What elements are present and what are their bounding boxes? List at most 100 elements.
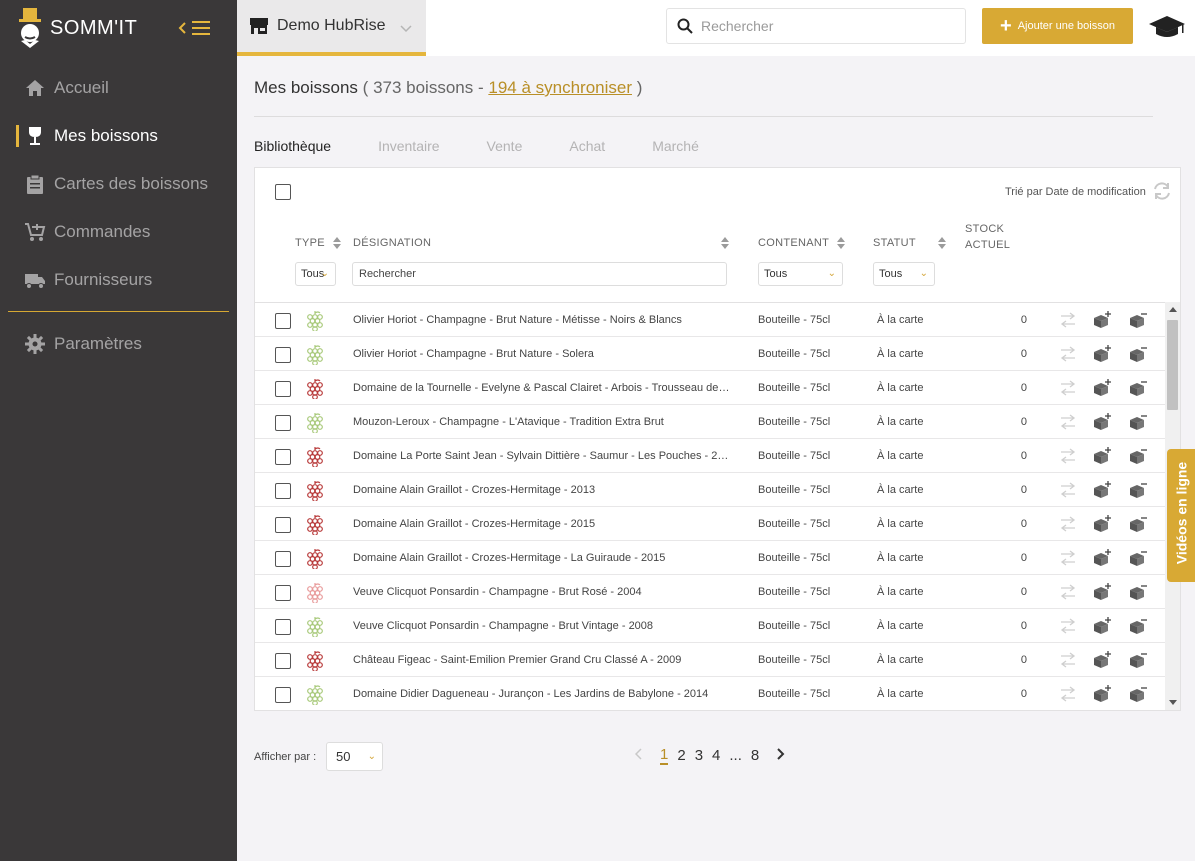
scroll-down-arrow[interactable]	[1169, 700, 1177, 705]
box-remove-icon[interactable]	[1128, 583, 1148, 601]
tab-inventaire[interactable]: Inventaire	[378, 138, 439, 158]
store-selector[interactable]: Demo HubRise	[237, 0, 426, 56]
designation-filter-input[interactable]	[352, 262, 727, 286]
table-row[interactable]: Domaine Alain Graillot - Crozes-Hermitag…	[255, 541, 1165, 575]
box-add-icon[interactable]	[1092, 549, 1112, 567]
box-add-icon[interactable]	[1092, 345, 1112, 363]
row-checkbox[interactable]	[275, 653, 291, 669]
box-remove-icon[interactable]	[1128, 311, 1148, 329]
table-row[interactable]: Domaine Alain Graillot - Crozes-Hermitag…	[255, 473, 1165, 507]
column-header-statut[interactable]: STATUT	[873, 237, 946, 250]
transfer-arrows-icon[interactable]	[1058, 481, 1078, 499]
row-designation[interactable]: Domaine La Porte Saint Jean - Sylvain Di…	[353, 450, 733, 462]
transfer-arrows-icon[interactable]	[1058, 651, 1078, 669]
row-designation[interactable]: Château Figeac - Saint-Emilion Premier G…	[353, 654, 733, 666]
sidebar-item-cartes[interactable]: Cartes des boissons	[0, 160, 237, 208]
sidebar-item-accueil[interactable]: Accueil	[0, 64, 237, 112]
row-designation[interactable]: Veuve Clicquot Ponsardin - Champagne - B…	[353, 620, 733, 632]
row-checkbox[interactable]	[275, 687, 291, 703]
per-page-select[interactable]: 50 ⌄	[326, 742, 383, 771]
box-remove-icon[interactable]	[1128, 515, 1148, 533]
table-row[interactable]: Veuve Clicquot Ponsardin - Champagne - B…	[255, 609, 1165, 643]
graduation-cap-icon[interactable]	[1147, 12, 1187, 42]
box-add-icon[interactable]	[1092, 617, 1112, 635]
row-designation[interactable]: Olivier Horiot - Champagne - Brut Nature…	[353, 314, 733, 326]
row-checkbox[interactable]	[275, 313, 291, 329]
app-logo[interactable]: SOMM'IT	[16, 6, 166, 50]
table-row[interactable]: Domaine Alain Graillot - Crozes-Hermitag…	[255, 507, 1165, 541]
transfer-arrows-icon[interactable]	[1058, 617, 1078, 635]
column-header-type[interactable]: TYPE	[295, 237, 341, 250]
page-link[interactable]: 8	[751, 747, 759, 764]
box-add-icon[interactable]	[1092, 515, 1112, 533]
row-checkbox[interactable]	[275, 551, 291, 567]
box-remove-icon[interactable]	[1128, 481, 1148, 499]
sync-link[interactable]: 194 à synchroniser	[488, 78, 632, 97]
box-remove-icon[interactable]	[1128, 685, 1148, 703]
table-row[interactable]: Domaine Didier Dagueneau - Jurançon - Le…	[255, 677, 1165, 710]
table-row[interactable]: Domaine La Porte Saint Jean - Sylvain Di…	[255, 439, 1165, 473]
online-videos-tab[interactable]: Vidéos en ligne	[1167, 449, 1195, 582]
refresh-icon[interactable]	[1151, 180, 1173, 202]
sidebar-item-parametres[interactable]: Paramètres	[0, 320, 237, 368]
table-row[interactable]: Domaine de la Tournelle - Evelyne & Pasc…	[255, 371, 1165, 405]
row-checkbox[interactable]	[275, 381, 291, 397]
box-remove-icon[interactable]	[1128, 549, 1148, 567]
type-filter-select[interactable]: Tous ⌄	[295, 262, 336, 286]
tab-marche[interactable]: Marché	[652, 138, 699, 158]
transfer-arrows-icon[interactable]	[1058, 583, 1078, 601]
box-remove-icon[interactable]	[1128, 447, 1148, 465]
row-designation[interactable]: Mouzon-Leroux - Champagne - L'Atavique -…	[353, 416, 733, 428]
table-row[interactable]: Olivier Horiot - Champagne - Brut Nature…	[255, 303, 1165, 337]
search-input[interactable]	[701, 18, 941, 34]
sidebar-item-commandes[interactable]: Commandes	[0, 208, 237, 256]
transfer-arrows-icon[interactable]	[1058, 685, 1078, 703]
next-page-icon[interactable]	[777, 747, 785, 765]
box-remove-icon[interactable]	[1128, 413, 1148, 431]
row-checkbox[interactable]	[275, 619, 291, 635]
tab-bibliotheque[interactable]: Bibliothèque	[254, 138, 331, 158]
table-row[interactable]: Château Figeac - Saint-Emilion Premier G…	[255, 643, 1165, 677]
collapse-sidebar-button[interactable]	[178, 16, 222, 40]
table-row[interactable]: Olivier Horiot - Champagne - Brut Nature…	[255, 337, 1165, 371]
scroll-thumb[interactable]	[1167, 320, 1178, 410]
transfer-arrows-icon[interactable]	[1058, 413, 1078, 431]
row-checkbox[interactable]	[275, 517, 291, 533]
transfer-arrows-icon[interactable]	[1058, 447, 1078, 465]
box-add-icon[interactable]	[1092, 413, 1112, 431]
sidebar-item-mes-boissons[interactable]: Mes boissons	[0, 112, 237, 160]
table-row[interactable]: Mouzon-Leroux - Champagne - L'Atavique -…	[255, 405, 1165, 439]
row-designation[interactable]: Veuve Clicquot Ponsardin - Champagne - B…	[353, 586, 733, 598]
row-checkbox[interactable]	[275, 415, 291, 431]
box-remove-icon[interactable]	[1128, 617, 1148, 635]
page-link[interactable]: 4	[712, 747, 720, 764]
box-remove-icon[interactable]	[1128, 651, 1148, 669]
box-add-icon[interactable]	[1092, 481, 1112, 499]
transfer-arrows-icon[interactable]	[1058, 345, 1078, 363]
box-add-icon[interactable]	[1092, 447, 1112, 465]
transfer-arrows-icon[interactable]	[1058, 549, 1078, 567]
row-designation[interactable]: Domaine de la Tournelle - Evelyne & Pasc…	[353, 382, 733, 394]
table-row[interactable]: Veuve Clicquot Ponsardin - Champagne - B…	[255, 575, 1165, 609]
box-add-icon[interactable]	[1092, 685, 1112, 703]
column-header-designation[interactable]: DÉSIGNATION	[353, 237, 729, 249]
box-remove-icon[interactable]	[1128, 345, 1148, 363]
row-checkbox[interactable]	[275, 449, 291, 465]
box-add-icon[interactable]	[1092, 311, 1112, 329]
box-add-icon[interactable]	[1092, 379, 1112, 397]
prev-page-icon[interactable]	[634, 747, 642, 765]
row-checkbox[interactable]	[275, 483, 291, 499]
column-header-contenant[interactable]: CONTENANT	[758, 237, 846, 250]
transfer-arrows-icon[interactable]	[1058, 515, 1078, 533]
page-link[interactable]: 2	[677, 747, 685, 764]
transfer-arrows-icon[interactable]	[1058, 379, 1078, 397]
statut-filter-select[interactable]: Tous ⌄	[873, 262, 935, 286]
box-remove-icon[interactable]	[1128, 379, 1148, 397]
row-checkbox[interactable]	[275, 347, 291, 363]
page-link[interactable]: 1	[660, 746, 669, 765]
row-designation[interactable]: Olivier Horiot - Champagne - Brut Nature…	[353, 348, 733, 360]
tab-vente[interactable]: Vente	[487, 138, 523, 158]
row-designation[interactable]: Domaine Alain Graillot - Crozes-Hermitag…	[353, 484, 733, 496]
contenant-filter-select[interactable]: Tous ⌄	[758, 262, 843, 286]
box-add-icon[interactable]	[1092, 583, 1112, 601]
